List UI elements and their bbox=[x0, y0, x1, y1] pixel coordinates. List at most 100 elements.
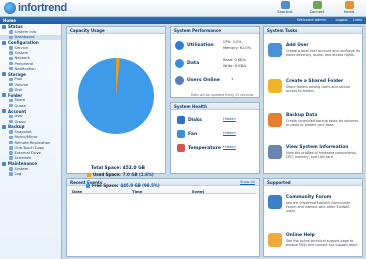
home-icon bbox=[344, 1, 354, 9]
legend-used: Used Space: 7.0 GB (1.6%) bbox=[87, 172, 154, 177]
sidebar-item-icon bbox=[9, 77, 13, 82]
top-nav: Shortcut Connect Home bbox=[274, 1, 360, 14]
section-icon bbox=[2, 124, 6, 129]
links-menu[interactable]: Links bbox=[353, 18, 362, 22]
task-title: View System Information bbox=[286, 145, 349, 150]
sidebar-item-label: System bbox=[14, 166, 29, 171]
sidebar-item-icon bbox=[9, 151, 13, 155]
sidebar-item-icon bbox=[9, 146, 13, 150]
sidebar-item-icon bbox=[9, 66, 13, 71]
task-add-user[interactable]: Add User Create a local user account and… bbox=[268, 43, 360, 57]
sidebar-item-label: Dashboard bbox=[14, 35, 35, 40]
logout-link[interactable]: Logout bbox=[335, 18, 347, 22]
task-view-system-info[interactable]: View System Information View the profile… bbox=[268, 145, 360, 159]
sidebar-item-icon bbox=[9, 103, 13, 108]
write-value: Write: 0 KB/s bbox=[223, 64, 247, 68]
shared-folder-icon bbox=[268, 79, 282, 93]
disk-icon bbox=[177, 116, 185, 124]
sidebar-item-icon bbox=[9, 30, 13, 34]
thermometer-icon bbox=[177, 144, 185, 152]
sidebar-item-label: Share bbox=[14, 98, 26, 103]
task-backup-data[interactable]: Backup Data Create scheduled backup task… bbox=[268, 113, 360, 127]
sidebar-section: Storage Pool Volume Disk bbox=[0, 71, 61, 92]
forum-icon bbox=[268, 195, 282, 209]
system-health-panel: System Health Disks Hidden Fan Hidden Te… bbox=[170, 102, 260, 174]
free-swatch bbox=[86, 183, 90, 188]
free-value: 445.0 GB (98.5%) bbox=[120, 183, 160, 188]
show-all-link[interactable]: Show All bbox=[240, 180, 255, 184]
sidebar-item[interactable]: Log bbox=[0, 171, 61, 176]
temperature-link[interactable]: Hidden bbox=[223, 145, 236, 149]
shortcut-label: Shortcut bbox=[277, 10, 293, 14]
utilization-row: Utilization bbox=[175, 41, 214, 50]
used-swatch bbox=[87, 172, 91, 177]
col-date[interactable]: Date bbox=[69, 188, 129, 194]
sidebar-item-icon bbox=[9, 98, 13, 103]
total-space: Total Space: 452.0 GB bbox=[91, 166, 146, 171]
recent-events-panel: Recent Events Show All Date Time Event bbox=[66, 178, 260, 257]
task-desc: Share folders among users and control ac… bbox=[286, 85, 351, 93]
home-button[interactable]: Home bbox=[338, 1, 360, 14]
fan-label: Fan bbox=[188, 131, 198, 137]
sidebar-item-icon bbox=[9, 119, 13, 124]
task-title: Add User bbox=[286, 43, 309, 48]
task-title: Create a Shared Folder bbox=[286, 79, 344, 84]
sidebar-item-label: Snapshot bbox=[14, 130, 32, 135]
capacity-pie-chart bbox=[78, 58, 154, 134]
col-event[interactable]: Event bbox=[189, 188, 255, 194]
sidebar-item-icon bbox=[9, 135, 13, 140]
users-online-label: Users Online bbox=[187, 78, 220, 83]
sidebar-item-icon bbox=[9, 35, 13, 40]
used-label: Used Space: bbox=[93, 172, 121, 177]
sidebar-section-label: Storage bbox=[8, 71, 26, 77]
data-label: Data bbox=[187, 61, 200, 66]
capacity-pie bbox=[77, 57, 155, 135]
data-icon bbox=[175, 59, 184, 68]
section-icon bbox=[2, 161, 6, 166]
sidebar-item-label: Notification bbox=[14, 66, 36, 71]
section-icon bbox=[2, 93, 6, 98]
users-online-value: 1 bbox=[231, 77, 234, 81]
connect-button[interactable]: Connect bbox=[306, 1, 328, 14]
sidebar-item-label: Disk bbox=[14, 87, 23, 92]
section-icon bbox=[2, 24, 6, 29]
brand-mark-icon bbox=[4, 2, 16, 14]
support-online-help[interactable]: Online Help See the online technical sup… bbox=[268, 233, 360, 247]
sidebar: Status System Info Dashboard Configuration S… bbox=[0, 24, 62, 259]
legend-free: Free Space: 445.0 GB (98.5%) bbox=[86, 183, 160, 188]
sidebar-item-label: Quota bbox=[14, 103, 26, 108]
breadcrumb-home[interactable]: Home bbox=[3, 18, 16, 23]
support-title: Community Forum bbox=[286, 195, 332, 200]
backup-icon bbox=[268, 113, 282, 127]
shortcut-button[interactable]: Shortcut bbox=[274, 1, 296, 14]
sidebar-item-icon bbox=[9, 114, 13, 119]
section-icon bbox=[2, 40, 6, 45]
sidebar-item-label: System bbox=[14, 51, 29, 56]
shortcut-icon bbox=[280, 1, 290, 9]
section-icon bbox=[2, 72, 6, 77]
events-table-header: Date Time Event bbox=[69, 188, 257, 194]
connect-label: Connect bbox=[309, 10, 325, 14]
col-time[interactable]: Time bbox=[129, 188, 189, 194]
task-desc: Create scheduled backup tasks for volume… bbox=[286, 119, 359, 127]
disks-label: Disks bbox=[188, 117, 202, 123]
sidebar-item-label: External Drive bbox=[14, 150, 41, 155]
used-value: 7.0 GB (1.6%) bbox=[122, 172, 154, 177]
home-label: Home bbox=[343, 10, 355, 14]
system-performance-panel: System Performance Utilization CPU: 0.0%… bbox=[170, 26, 260, 98]
sidebar-item-icon bbox=[9, 156, 13, 160]
fan-link[interactable]: Hidden bbox=[223, 131, 236, 135]
sidebar-section-label: Folder bbox=[8, 92, 23, 98]
top-bar: infortrend Shortcut Connect Home bbox=[0, 0, 366, 17]
sidebar-item-label: Network bbox=[14, 56, 30, 61]
sidebar-item-icon bbox=[9, 56, 13, 61]
data-row: Data bbox=[175, 59, 199, 68]
sidebar-section: Folder Share Quota bbox=[0, 92, 61, 108]
sidebar-item-label: Group bbox=[14, 119, 26, 124]
sidebar-item-label: Peripheral bbox=[14, 61, 34, 66]
task-create-shared-folder[interactable]: Create a Shared Folder Share folders amo… bbox=[268, 79, 360, 93]
disks-link[interactable]: Hidden bbox=[223, 117, 236, 121]
sidebar-item-icon bbox=[9, 140, 13, 145]
supported-panel: Supported Community Forum Join the Infor… bbox=[263, 178, 363, 257]
support-community-forum[interactable]: Community Forum Join the Infortrend EonN… bbox=[268, 195, 360, 213]
